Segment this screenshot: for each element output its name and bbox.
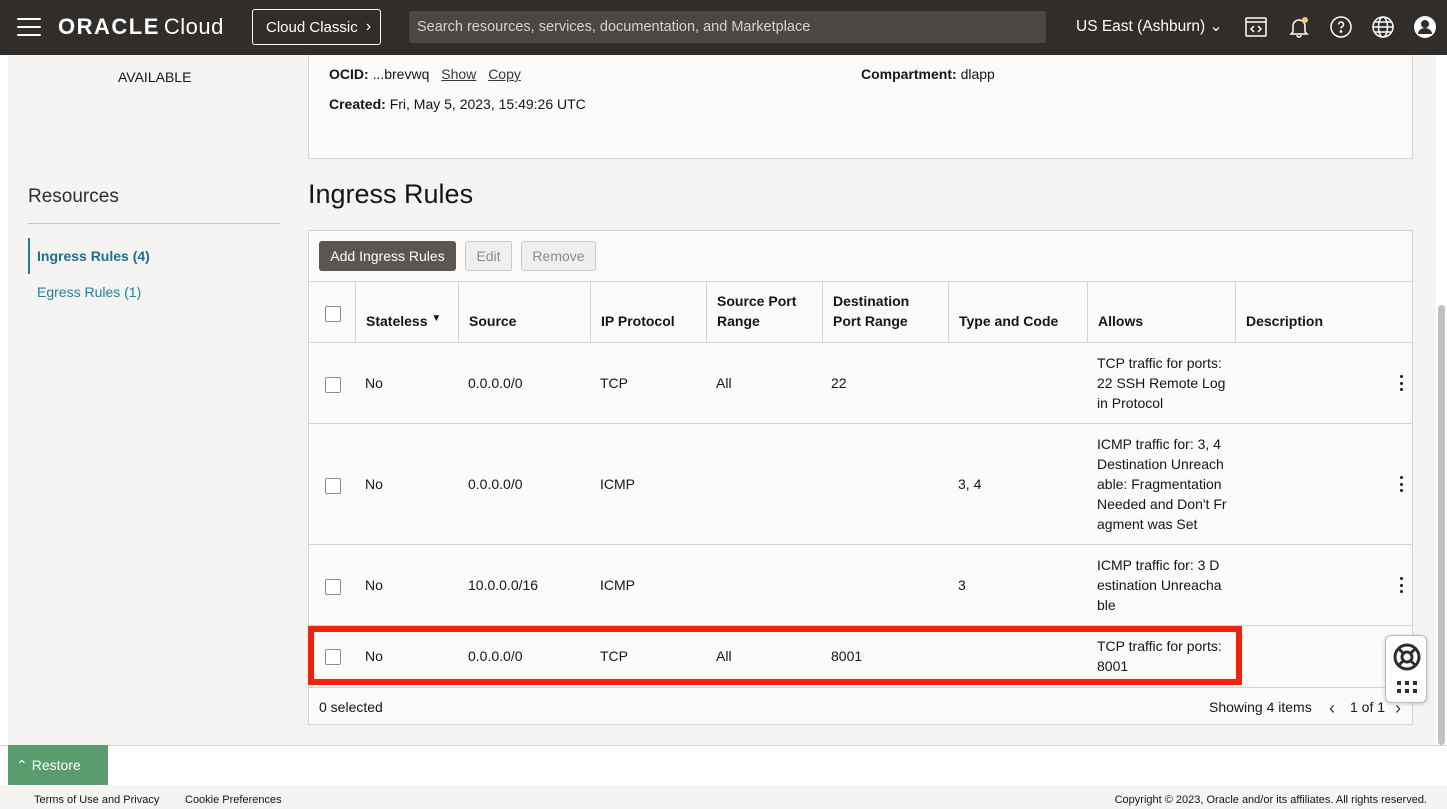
cell-src-port: All bbox=[716, 648, 732, 664]
lifebuoy-icon[interactable] bbox=[1392, 642, 1422, 672]
cell-allows: ICMP traffic for: 3 Destination Unreacha… bbox=[1097, 557, 1222, 613]
ocid-row: OCID: ...brevwq Show Copy bbox=[329, 66, 521, 82]
page-title: Ingress Rules bbox=[308, 179, 474, 209]
show-ocid-link[interactable]: Show bbox=[441, 66, 476, 82]
cloud-classic-button[interactable]: Cloud Classic › bbox=[252, 9, 381, 45]
column-header-destination-port-range: Destination Port Range bbox=[822, 282, 948, 342]
cell-dst-port: 22 bbox=[831, 375, 847, 391]
region-selector[interactable]: US East (Ashburn) ⌄ bbox=[1076, 17, 1223, 36]
chevron-down-icon: ⌄ bbox=[1209, 18, 1223, 35]
showing-items: Showing 4 items bbox=[1209, 699, 1312, 715]
menu-icon[interactable] bbox=[17, 18, 41, 36]
select-all-checkbox[interactable] bbox=[325, 306, 341, 322]
cell-protocol: ICMP bbox=[600, 577, 635, 593]
table-header: Stateless ▼ Source IP Protocol Source Po… bbox=[309, 281, 1412, 343]
table-row: No 0.0.0.0/0 TCP All 8001 TCP traffic fo… bbox=[309, 626, 1412, 688]
scrollbar-thumb[interactable] bbox=[1438, 305, 1445, 745]
selected-count: 0 selected bbox=[319, 699, 383, 715]
cell-type-code: 3 bbox=[958, 577, 966, 593]
help-widget[interactable] bbox=[1385, 635, 1427, 703]
created-row: Created: Fri, May 5, 2023, 15:49:26 UTC bbox=[329, 96, 586, 112]
table-row: No 10.0.0.0/16 ICMP 3 ICMP traffic for: … bbox=[309, 545, 1412, 626]
help-icon[interactable] bbox=[1329, 15, 1353, 39]
sidebar-item-egress-rules[interactable]: Egress Rules (1) bbox=[28, 274, 280, 310]
cell-protocol: ICMP bbox=[600, 476, 635, 492]
bell-icon[interactable] bbox=[1287, 15, 1311, 39]
row-checkbox[interactable] bbox=[325, 649, 341, 665]
cell-protocol: TCP bbox=[600, 648, 628, 664]
column-header-stateless[interactable]: Stateless ▼ bbox=[355, 282, 458, 342]
cell-source: 0.0.0.0/0 bbox=[468, 476, 523, 492]
cell-source: 0.0.0.0/0 bbox=[468, 648, 523, 664]
status-text: AVAILABLE bbox=[118, 69, 192, 85]
terms-link[interactable]: Terms of Use and Privacy bbox=[34, 794, 159, 806]
compartment-row: Compartment: dlapp bbox=[861, 66, 995, 82]
sidebar-item-ingress-rules[interactable]: Ingress Rules (4) bbox=[28, 238, 280, 274]
row-checkbox[interactable] bbox=[325, 579, 341, 595]
top-navigation-bar: ORACLE Cloud Cloud Classic › Search resour… bbox=[0, 0, 1447, 55]
remove-button[interactable]: Remove bbox=[521, 241, 596, 271]
chevron-up-icon: ⌃ bbox=[16, 756, 28, 773]
page-indicator: 1 of 1 bbox=[1350, 699, 1386, 715]
row-actions-icon[interactable] bbox=[1398, 476, 1404, 492]
column-header-allows: Allows bbox=[1087, 282, 1235, 342]
apps-grid-icon[interactable] bbox=[1396, 680, 1418, 694]
user-icon[interactable] bbox=[1413, 15, 1437, 39]
divider bbox=[28, 223, 280, 224]
cell-stateless: No bbox=[365, 648, 383, 664]
restore-strip bbox=[0, 745, 1447, 785]
edit-button[interactable]: Edit bbox=[465, 241, 512, 271]
details-card: OCID: ...brevwq Show Copy Created: Fri, … bbox=[308, 55, 1413, 159]
cell-allows: ICMP traffic for: 3, 4 Destination Unrea… bbox=[1097, 436, 1227, 532]
restore-button[interactable]: ⌃ Restore bbox=[8, 745, 108, 785]
column-header-description: Description bbox=[1235, 282, 1412, 342]
cell-stateless: No bbox=[365, 476, 383, 492]
cell-protocol: TCP bbox=[600, 375, 628, 391]
footer: Terms of Use and Privacy Cookie Preferen… bbox=[0, 785, 1447, 809]
cell-allows: TCP traffic for ports: 8001 bbox=[1097, 638, 1222, 674]
scrollbar[interactable] bbox=[1436, 55, 1447, 745]
cell-stateless: No bbox=[365, 375, 383, 391]
copyright-text: Copyright © 2023, Oracle and/or its affi… bbox=[1114, 794, 1427, 806]
chevron-right-icon: › bbox=[365, 18, 372, 35]
cell-stateless: No bbox=[365, 577, 383, 593]
cell-src-port: All bbox=[716, 375, 732, 391]
row-actions-icon[interactable] bbox=[1398, 577, 1404, 593]
column-header-source: Source bbox=[458, 282, 590, 342]
table-row: No 0.0.0.0/0 ICMP 3, 4 ICMP traffic for:… bbox=[309, 424, 1412, 545]
chevron-left-icon[interactable]: ‹ bbox=[1329, 698, 1335, 719]
cookie-preferences-link[interactable]: Cookie Preferences bbox=[185, 794, 282, 806]
sort-down-icon: ▼ bbox=[431, 313, 442, 324]
row-checkbox[interactable] bbox=[325, 377, 341, 393]
resources-title: Resources bbox=[28, 186, 119, 207]
code-editor-icon[interactable] bbox=[1244, 15, 1268, 39]
cell-dst-port: 8001 bbox=[831, 648, 863, 664]
left-resource-panel: AVAILABLE Resources Ingress Rules (4) Eg… bbox=[8, 55, 296, 745]
oracle-cloud-logo[interactable]: ORACLE Cloud bbox=[58, 14, 224, 40]
column-header-type-and-code: Type and Code bbox=[948, 282, 1087, 342]
column-header-source-port-range: Source Port Range bbox=[706, 282, 822, 342]
table-row: No 0.0.0.0/0 TCP All 22 TCP traffic for … bbox=[309, 343, 1412, 424]
cell-source: 10.0.0.0/16 bbox=[468, 577, 539, 593]
cell-allows: TCP traffic for ports: 22 SSH Remote Log… bbox=[1097, 355, 1226, 411]
ingress-rules-card: Add Ingress Rules Edit Remove Stateless … bbox=[308, 230, 1413, 725]
row-checkbox[interactable] bbox=[325, 478, 341, 494]
search-input[interactable]: Search resources, services, documentatio… bbox=[409, 11, 1046, 43]
globe-icon[interactable] bbox=[1371, 15, 1395, 39]
left-edge bbox=[0, 55, 8, 745]
add-ingress-rules-button[interactable]: Add Ingress Rules bbox=[319, 241, 456, 271]
cell-type-code: 3, 4 bbox=[958, 476, 982, 492]
cell-source: 0.0.0.0/0 bbox=[468, 375, 523, 391]
row-actions-icon[interactable] bbox=[1398, 375, 1404, 391]
column-header-ip-protocol: IP Protocol bbox=[590, 282, 706, 342]
copy-ocid-link[interactable]: Copy bbox=[488, 66, 521, 82]
